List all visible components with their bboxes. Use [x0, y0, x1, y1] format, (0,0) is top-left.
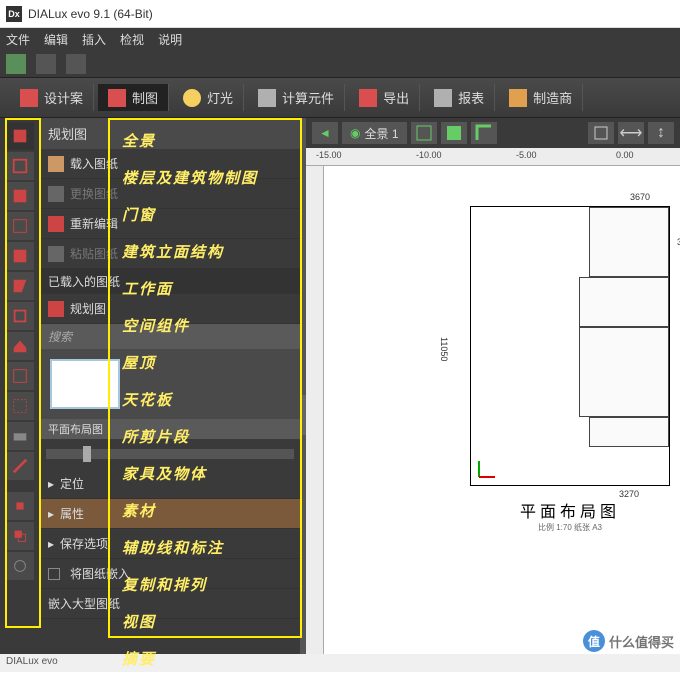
paste-icon [48, 246, 64, 262]
tab-manufacturer[interactable]: 制造商 [499, 84, 583, 111]
drawing-viewport[interactable]: 3670 3670 1770 11050 3660 810 3270 平面布局图… [324, 166, 680, 672]
tab-drawing[interactable]: 制图 [98, 84, 169, 111]
tool-aux-icon[interactable] [6, 492, 34, 520]
popup-view[interactable]: 视图 [112, 603, 298, 640]
watermark-icon: 值 [583, 630, 605, 652]
popup-copy-arrange[interactable]: 复制和排列 [112, 566, 298, 603]
app-icon: Dx [6, 6, 22, 22]
main-toolbar: 设计案 制图 灯光 计算元件 导出 报表 制造商 [0, 78, 680, 118]
floorplan: 3670 3670 1770 11050 3660 810 3270 平面布局图… [470, 206, 670, 546]
popup-guides[interactable]: 辅助线和标注 [112, 529, 298, 566]
workspace: 规划图 载入图纸 更换图纸 重新编辑 粘贴图纸 已载入的图纸 规划图 搜索 平面… [0, 118, 680, 672]
view-side-button[interactable] [471, 122, 497, 144]
popup-room-elements[interactable]: 空间组件 [112, 307, 298, 344]
tool-furniture-icon[interactable] [6, 422, 34, 450]
menubar: 文件 编辑 插入 检视 说明 [0, 28, 680, 50]
titlebar: Dx DIALux evo 9.1 (64-Bit) [0, 0, 680, 28]
popup-roof[interactable]: 屋顶 [112, 344, 298, 381]
drawing-thumbnail[interactable] [50, 359, 120, 409]
tool-cutout-icon[interactable] [6, 392, 34, 420]
popup-facade[interactable]: 建筑立面结构 [112, 233, 298, 270]
menu-insert[interactable]: 插入 [82, 31, 106, 48]
watermark-text: 什么值得买 [609, 632, 674, 651]
floorplan-title: 平面布局图 [470, 498, 670, 522]
popup-furniture[interactable]: 家具及物体 [112, 455, 298, 492]
tool-copy-icon[interactable] [6, 522, 34, 550]
left-tool-strip [0, 118, 40, 672]
fit-button[interactable] [588, 122, 614, 144]
popup-workplane[interactable]: 工作面 [112, 270, 298, 307]
tab-export[interactable]: 导出 [349, 84, 420, 111]
category-popup-menu: 全景 楼层及建筑物制图 门窗 建筑立面结构 工作面 空间组件 屋顶 天花板 所剪… [112, 122, 298, 677]
watermark: 值 什么值得买 [583, 630, 674, 652]
window-title: DIALux evo 9.1 (64-Bit) [28, 7, 153, 21]
popup-material[interactable]: 素材 [112, 492, 298, 529]
quick-access-bar [0, 50, 680, 78]
snap-button[interactable]: ↕ [648, 122, 674, 144]
export-icon [359, 89, 377, 107]
tab-light[interactable]: 灯光 [173, 84, 244, 111]
ruler-horizontal: -15.00 -10.00 -5.00 0.00 [306, 148, 680, 166]
tool-workplane-icon[interactable] [6, 272, 34, 300]
canvas-area: ◄ ◉全景 1 ⟷ ↕ -15.00 -10.00 -5.00 0.00 367… [306, 118, 680, 672]
tool-facade-icon[interactable] [6, 242, 34, 270]
popup-ceiling[interactable]: 天花板 [112, 381, 298, 418]
tool-roof-icon[interactable] [6, 332, 34, 360]
tool-plan-icon[interactable] [6, 122, 34, 150]
report-icon [434, 89, 452, 107]
design-icon [20, 89, 38, 107]
popup-doors-windows[interactable]: 门窗 [112, 196, 298, 233]
status-bar: DIALux evo [0, 654, 680, 672]
plan-item-icon [48, 301, 64, 317]
tool-ceiling-icon[interactable] [6, 362, 34, 390]
popup-panorama[interactable]: 全景 [112, 122, 298, 159]
tool-door-icon[interactable] [6, 212, 34, 240]
undo-icon[interactable] [36, 54, 56, 74]
drawing-icon [108, 89, 126, 107]
replace-icon [48, 186, 64, 202]
tool-room-icon[interactable] [6, 302, 34, 330]
tool-building-icon[interactable] [6, 152, 34, 180]
calc-icon [258, 89, 276, 107]
tab-calc[interactable]: 计算元件 [248, 84, 345, 111]
menu-file[interactable]: 文件 [6, 31, 30, 48]
popup-summary[interactable]: 摘要 [112, 640, 298, 677]
menu-edit[interactable]: 编辑 [44, 31, 68, 48]
ruler-vertical [306, 166, 324, 672]
reedit-icon [48, 216, 64, 232]
manufacturer-icon [509, 89, 527, 107]
menu-view[interactable]: 检视 [120, 31, 144, 48]
tool-floor-icon[interactable] [6, 182, 34, 210]
light-icon [183, 89, 201, 107]
redo-icon[interactable] [66, 54, 86, 74]
tab-design[interactable]: 设计案 [10, 84, 94, 111]
canvas-toolbar: ◄ ◉全景 1 ⟷ ↕ [306, 118, 680, 148]
view-3d-button[interactable] [441, 122, 467, 144]
view-selector[interactable]: ◉全景 1 [342, 122, 407, 144]
tool-view-icon[interactable] [6, 552, 34, 580]
popup-cutout[interactable]: 所剪片段 [112, 418, 298, 455]
tool-material-icon[interactable] [6, 452, 34, 480]
load-icon [48, 156, 64, 172]
view-2d-button[interactable] [411, 122, 437, 144]
tab-report[interactable]: 报表 [424, 84, 495, 111]
save-icon[interactable] [6, 54, 26, 74]
measure-button[interactable]: ⟷ [618, 122, 644, 144]
popup-building[interactable]: 楼层及建筑物制图 [112, 159, 298, 196]
floorplan-subtitle: 比例 1:70 纸张 A3 [470, 522, 670, 533]
menu-help[interactable]: 说明 [158, 31, 182, 48]
view-back-button[interactable]: ◄ [312, 122, 338, 144]
